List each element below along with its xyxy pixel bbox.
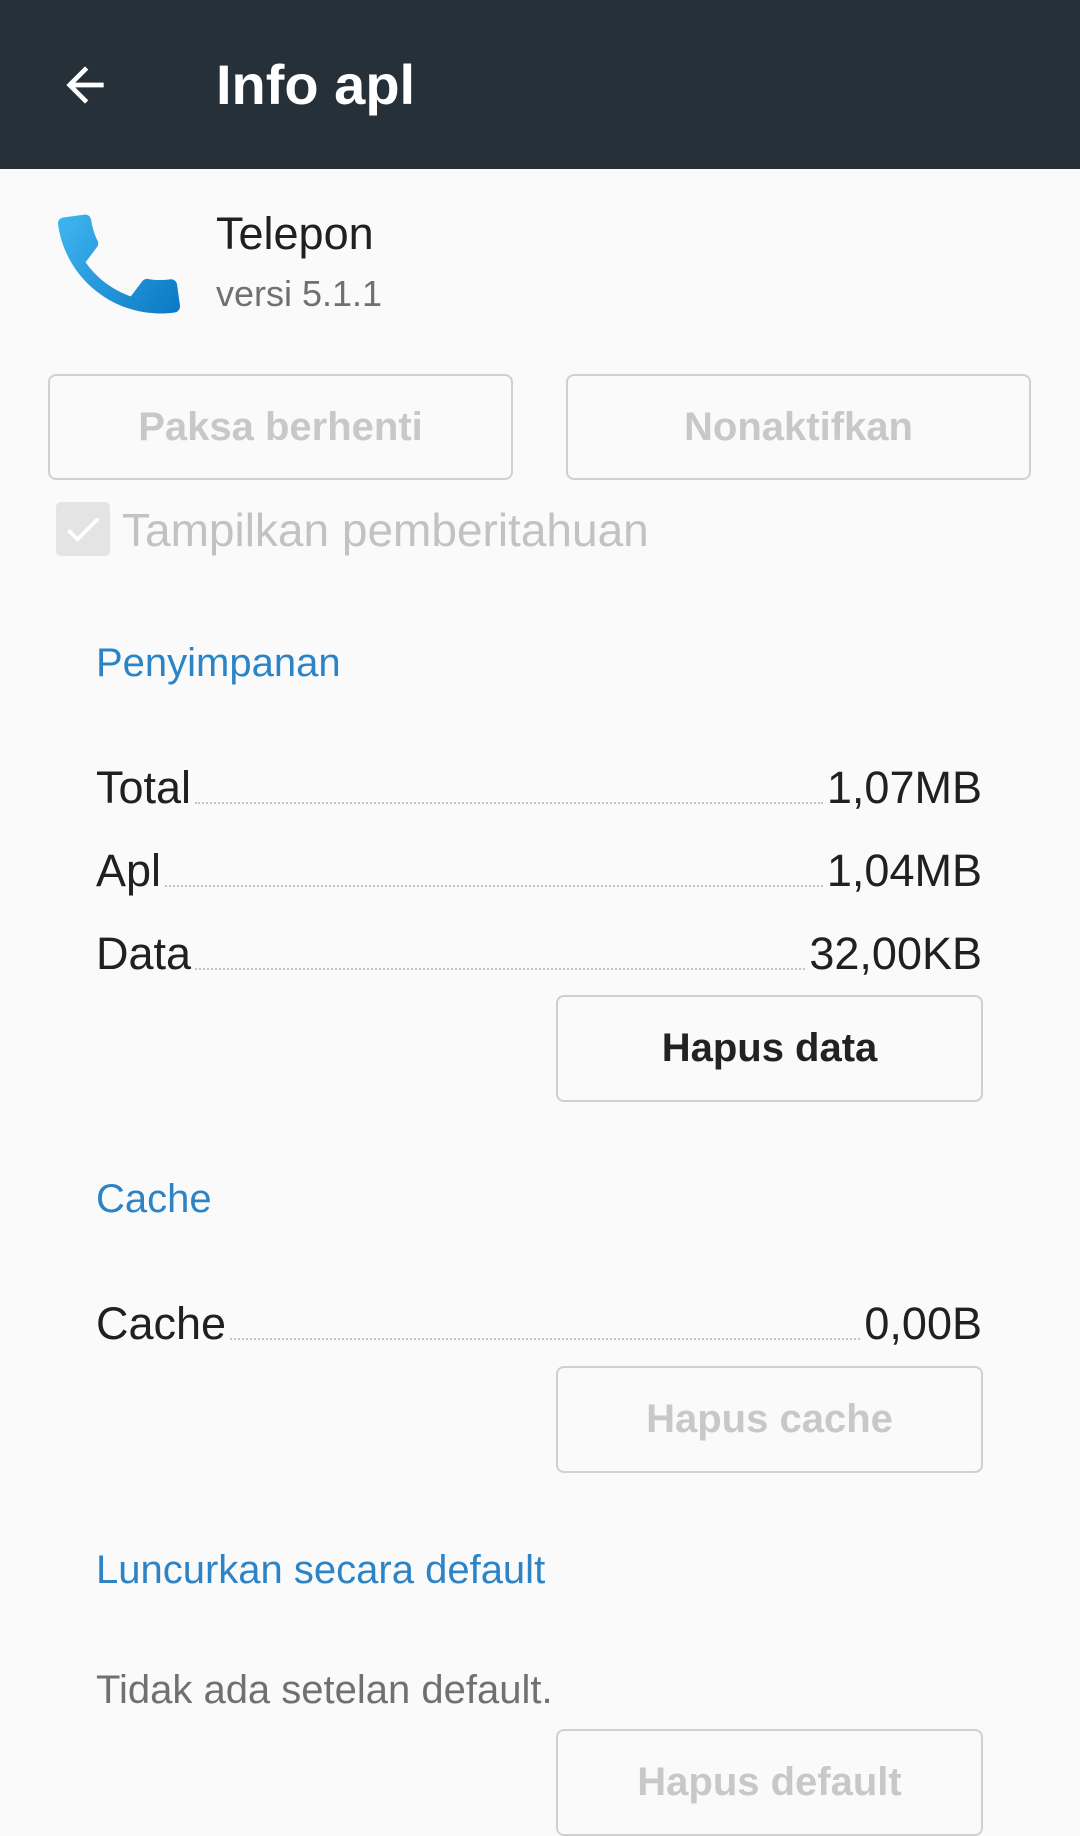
dotted-leader: [195, 802, 823, 804]
clear-data-button[interactable]: Hapus data: [556, 995, 983, 1102]
storage-header: Penyimpanan: [96, 641, 341, 685]
storage-row-total: Total 1,07MB: [96, 756, 982, 816]
row-value: 1,04MB: [826, 845, 982, 896]
force-stop-button[interactable]: Paksa berhenti: [48, 374, 513, 480]
dotted-leader: [165, 885, 823, 887]
app-bar: Info apl: [0, 0, 1080, 169]
cache-row: Cache 0,00B: [96, 1292, 982, 1352]
phone-handset-icon: [46, 192, 192, 338]
notifications-label: Tampilkan pemberitahuan: [122, 504, 649, 556]
storage-row-app: Apl 1,04MB: [96, 839, 982, 899]
cache-header: Cache: [96, 1177, 212, 1221]
row-value: 32,00KB: [809, 928, 982, 979]
row-label: Cache: [96, 1298, 227, 1349]
page-title: Info apl: [216, 53, 416, 116]
launch-default-header: Luncurkan secara default: [96, 1548, 546, 1592]
disable-button[interactable]: Nonaktifkan: [566, 374, 1031, 480]
dotted-leader: [195, 968, 806, 970]
no-defaults-text: Tidak ada setelan default.: [96, 1668, 553, 1712]
row-label: Apl: [96, 845, 162, 896]
clear-cache-button[interactable]: Hapus cache: [556, 1366, 983, 1473]
row-value: 1,07MB: [826, 762, 982, 813]
notifications-checkbox[interactable]: [56, 502, 110, 556]
clear-defaults-button[interactable]: Hapus default: [556, 1729, 983, 1836]
arrow-left-icon: [66, 66, 104, 104]
row-value: 0,00B: [864, 1298, 982, 1349]
app-version: versi 5.1.1: [216, 273, 383, 314]
storage-row-data: Data 32,00KB: [96, 922, 982, 982]
checkmark-icon: [67, 517, 100, 542]
app-name: Telepon: [216, 208, 374, 259]
dotted-leader: [230, 1338, 861, 1340]
back-button[interactable]: [40, 40, 130, 130]
row-label: Total: [96, 762, 192, 813]
row-label: Data: [96, 928, 192, 979]
